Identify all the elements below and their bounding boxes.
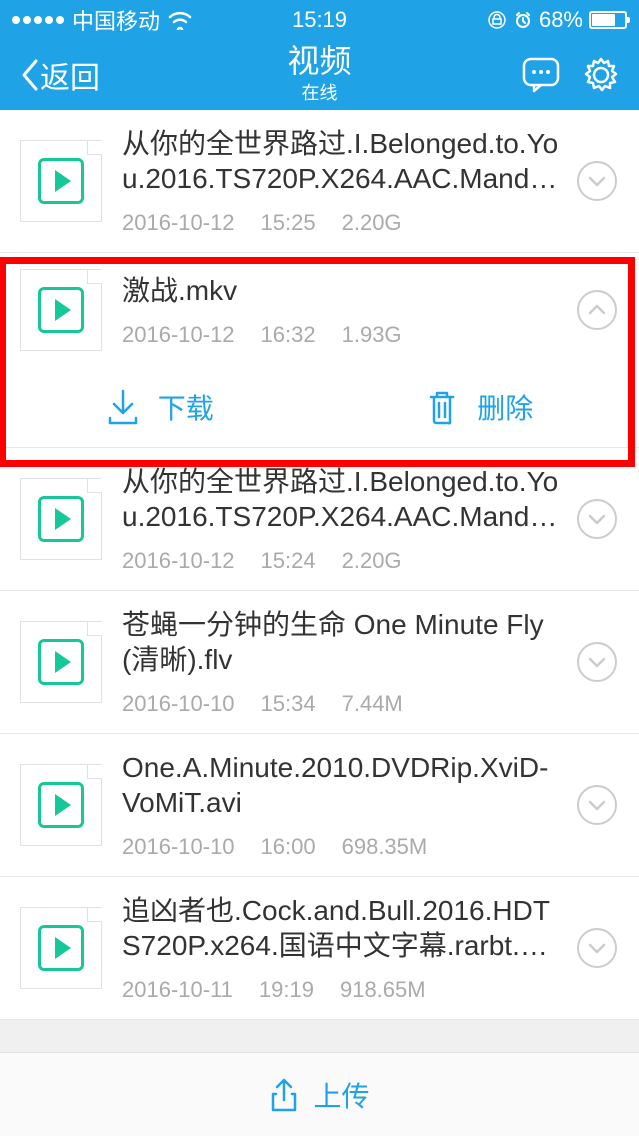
- item-title: 追凶者也.Cock.and.Bull.2016.HDTS720P.x264.国语…: [122, 893, 563, 963]
- item-size: 698.35M: [342, 834, 428, 860]
- video-file-icon: [20, 269, 102, 351]
- item-content: 从你的全世界路过.I.Belonged.to.You.2016.TS720P.X…: [122, 126, 563, 236]
- item-date: 2016-10-12: [122, 322, 235, 348]
- item-size: 7.44M: [342, 691, 403, 717]
- item-actions: 下载 删除: [0, 367, 639, 448]
- item-time: 19:19: [259, 977, 314, 1003]
- item-content: 苍蝇一分钟的生命 One Minute Fly (清晰).flv 2016-10…: [122, 607, 563, 717]
- item-date: 2016-10-10: [122, 834, 235, 860]
- chat-icon[interactable]: [521, 56, 561, 94]
- item-time: 16:00: [261, 834, 316, 860]
- delete-label: 删除: [477, 387, 533, 427]
- page-title: 视频: [287, 45, 351, 77]
- item-meta: 2016-10-11 19:19 918.65M: [122, 977, 563, 1003]
- page-subtitle: 在线: [287, 79, 351, 105]
- chevron-down-icon: [587, 798, 607, 812]
- list-item[interactable]: 苍蝇一分钟的生命 One Minute Fly (清晰).flv 2016-10…: [0, 591, 639, 734]
- item-title: 激战.mkv: [122, 273, 563, 308]
- signal-icon: [12, 16, 64, 24]
- battery-label: 68%: [539, 7, 583, 33]
- item-time: 15:25: [261, 210, 316, 236]
- video-list: 从你的全世界路过.I.Belonged.to.You.2016.TS720P.X…: [0, 110, 639, 1020]
- item-time: 15:24: [261, 548, 316, 574]
- item-size: 2.20G: [342, 210, 402, 236]
- chevron-left-icon: [18, 57, 42, 93]
- upload-icon: [269, 1076, 299, 1114]
- item-meta: 2016-10-12 15:24 2.20G: [122, 548, 563, 574]
- item-meta: 2016-10-12 15:25 2.20G: [122, 210, 563, 236]
- carrier-label: 中国移动: [72, 4, 160, 36]
- download-icon: [106, 388, 140, 426]
- item-date: 2016-10-10: [122, 691, 235, 717]
- chevron-up-icon: [587, 303, 607, 317]
- download-button[interactable]: 下载: [0, 367, 320, 447]
- chevron-down-icon: [587, 512, 607, 526]
- status-time: 15:19: [292, 7, 347, 33]
- video-file-icon: [20, 764, 102, 846]
- delete-button[interactable]: 删除: [320, 367, 639, 447]
- header-actions: [521, 55, 621, 95]
- video-file-icon: [20, 140, 102, 222]
- header: 返回 视频 在线: [0, 40, 639, 110]
- item-title: 从你的全世界路过.I.Belonged.to.You.2016.TS720P.X…: [122, 464, 563, 534]
- expand-button[interactable]: [577, 928, 617, 968]
- list-item[interactable]: 追凶者也.Cock.and.Bull.2016.HDTS720P.x264.国语…: [0, 877, 639, 1020]
- item-title: 苍蝇一分钟的生命 One Minute Fly (清晰).flv: [122, 607, 563, 677]
- header-center: 视频 在线: [287, 45, 351, 105]
- item-meta: 2016-10-10 15:34 7.44M: [122, 691, 563, 717]
- upload-button[interactable]: 上传: [0, 1052, 639, 1136]
- download-label: 下载: [158, 387, 214, 427]
- upload-label: 上传: [313, 1075, 369, 1115]
- chevron-down-icon: [587, 655, 607, 669]
- item-content: 从你的全世界路过.I.Belonged.to.You.2016.TS720P.X…: [122, 464, 563, 574]
- item-size: 1.93G: [342, 322, 402, 348]
- item-size: 2.20G: [342, 548, 402, 574]
- item-content: One.A.Minute.2010.DVDRip.XviD-VoMiT.avi …: [122, 750, 563, 860]
- list-item[interactable]: 从你的全世界路过.I.Belonged.to.You.2016.TS720P.X…: [0, 110, 639, 253]
- item-content: 激战.mkv 2016-10-12 16:32 1.93G: [122, 273, 563, 348]
- wifi-icon: [168, 10, 192, 30]
- orientation-lock-icon: [487, 10, 507, 30]
- item-time: 16:32: [261, 322, 316, 348]
- back-button[interactable]: 返回: [18, 53, 100, 97]
- item-title: One.A.Minute.2010.DVDRip.XviD-VoMiT.avi: [122, 750, 563, 820]
- video-file-icon: [20, 621, 102, 703]
- chevron-down-icon: [587, 941, 607, 955]
- chevron-down-icon: [587, 174, 607, 188]
- expand-button[interactable]: [577, 785, 617, 825]
- item-date: 2016-10-12: [122, 210, 235, 236]
- item-meta: 2016-10-12 16:32 1.93G: [122, 322, 563, 348]
- status-left: 中国移动: [12, 4, 192, 36]
- item-title: 从你的全世界路过.I.Belonged.to.You.2016.TS720P.X…: [122, 126, 563, 196]
- expand-button[interactable]: [577, 642, 617, 682]
- item-content: 追凶者也.Cock.and.Bull.2016.HDTS720P.x264.国语…: [122, 893, 563, 1003]
- video-file-icon: [20, 478, 102, 560]
- alarm-icon: [513, 10, 533, 30]
- expand-button[interactable]: [577, 161, 617, 201]
- item-date: 2016-10-11: [122, 977, 233, 1003]
- gear-icon[interactable]: [581, 55, 621, 95]
- expand-button[interactable]: [577, 499, 617, 539]
- collapse-button[interactable]: [577, 290, 617, 330]
- list-item[interactable]: One.A.Minute.2010.DVDRip.XviD-VoMiT.avi …: [0, 734, 639, 877]
- video-file-icon: [20, 907, 102, 989]
- status-bar: 中国移动 15:19 68%: [0, 0, 639, 40]
- battery-icon: [589, 11, 627, 29]
- status-right: 68%: [487, 7, 627, 33]
- item-date: 2016-10-12: [122, 548, 235, 574]
- back-label: 返回: [40, 53, 100, 97]
- item-meta: 2016-10-10 16:00 698.35M: [122, 834, 563, 860]
- list-item[interactable]: 激战.mkv 2016-10-12 16:32 1.93G: [0, 253, 639, 367]
- item-time: 15:34: [261, 691, 316, 717]
- item-size: 918.65M: [340, 977, 426, 1003]
- trash-icon: [425, 388, 459, 426]
- list-item[interactable]: 从你的全世界路过.I.Belonged.to.You.2016.TS720P.X…: [0, 448, 639, 591]
